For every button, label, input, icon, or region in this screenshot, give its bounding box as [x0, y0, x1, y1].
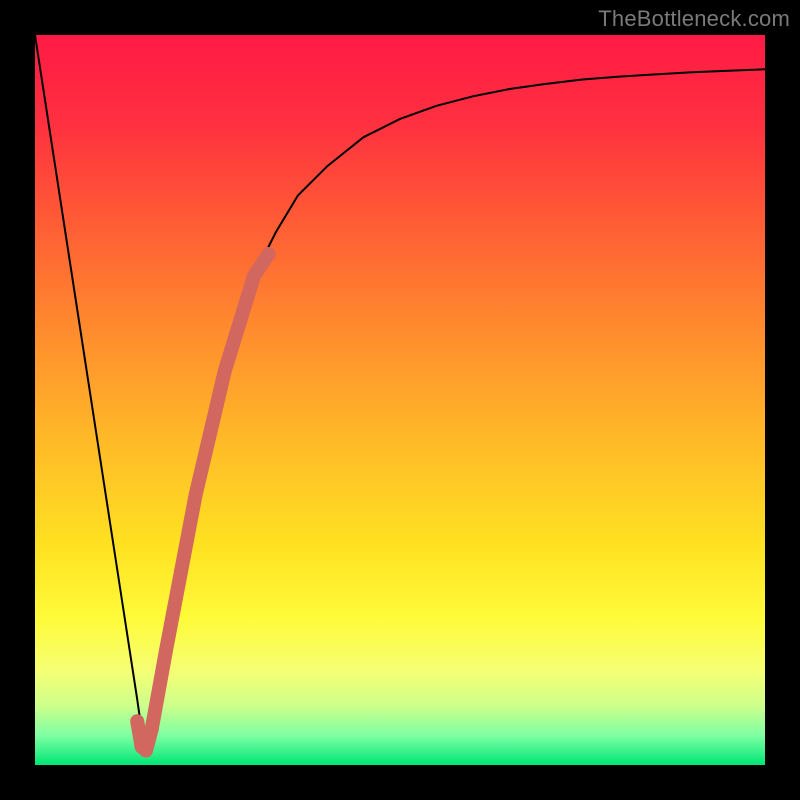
gradient-background [35, 35, 765, 765]
chart-frame: TheBottleneck.com [0, 0, 800, 800]
watermark-text: TheBottleneck.com [598, 6, 790, 32]
plot-area [35, 35, 765, 765]
bottleneck-chart [35, 35, 765, 765]
